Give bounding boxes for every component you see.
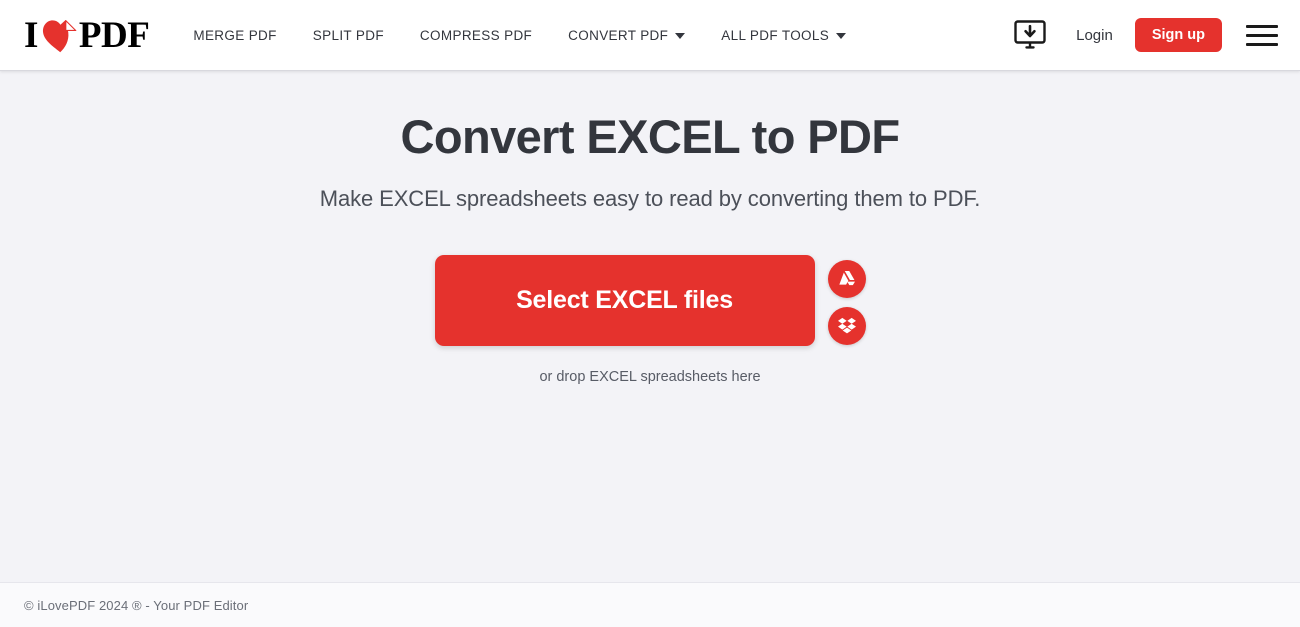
nav-label: CONVERT PDF xyxy=(568,27,669,43)
chevron-down-icon xyxy=(836,33,847,39)
site-header: I PDF MERGE PDF SPLIT PDF COMPRESS PDF C… xyxy=(0,0,1300,71)
site-footer: © iLovePDF 2024 ® - Your PDF Editor xyxy=(0,582,1300,627)
nav-item-split-pdf[interactable]: SPLIT PDF xyxy=(295,20,402,51)
hamburger-menu-icon[interactable] xyxy=(1246,20,1278,50)
nav-item-compress-pdf[interactable]: COMPRESS PDF xyxy=(402,20,550,51)
nav-label: SPLIT PDF xyxy=(312,27,384,43)
nav-item-merge-pdf[interactable]: MERGE PDF xyxy=(193,20,294,51)
hamburger-bar xyxy=(1246,33,1278,37)
page-subtitle: Make EXCEL spreadsheets easy to read by … xyxy=(319,186,981,212)
google-drive-icon xyxy=(837,268,857,291)
hamburger-bar xyxy=(1246,42,1278,46)
upload-controls: Select EXCEL files xyxy=(434,255,866,347)
logo-text-right: PDF xyxy=(78,14,150,56)
select-excel-files-button[interactable]: Select EXCEL files xyxy=(434,255,815,347)
nav-label: ALL PDF TOOLS xyxy=(721,27,830,43)
footer-copyright: © iLovePDF 2024 ® - Your PDF Editor xyxy=(24,597,249,613)
login-link[interactable]: Login xyxy=(1072,21,1117,50)
page-title: Convert EXCEL to PDF xyxy=(400,110,901,163)
main-content: Convert EXCEL to PDF Make EXCEL spreadsh… xyxy=(0,71,1300,582)
nav-label: MERGE PDF xyxy=(193,27,277,43)
dropbox-icon xyxy=(837,315,857,338)
google-drive-button[interactable] xyxy=(827,260,866,299)
chevron-down-icon xyxy=(675,33,686,39)
signup-button[interactable]: Sign up xyxy=(1134,17,1222,53)
cloud-import-buttons xyxy=(827,255,866,346)
dropbox-button[interactable] xyxy=(827,307,866,346)
nav-item-convert-pdf[interactable]: CONVERT PDF xyxy=(550,20,703,51)
monitor-download-icon[interactable] xyxy=(1012,17,1048,53)
nav-item-all-pdf-tools[interactable]: ALL PDF TOOLS xyxy=(703,20,864,51)
drop-files-hint: or drop EXCEL spreadsheets here xyxy=(539,369,761,386)
heart-page-icon xyxy=(42,19,78,53)
nav-label: COMPRESS PDF xyxy=(419,27,533,43)
logo-text-left: I xyxy=(24,14,38,56)
ilovepdf-logo[interactable]: I PDF xyxy=(24,14,150,56)
header-actions: Login Sign up xyxy=(1012,17,1278,53)
primary-navigation: MERGE PDF SPLIT PDF COMPRESS PDF CONVERT… xyxy=(193,20,1012,51)
hamburger-bar xyxy=(1246,24,1278,28)
